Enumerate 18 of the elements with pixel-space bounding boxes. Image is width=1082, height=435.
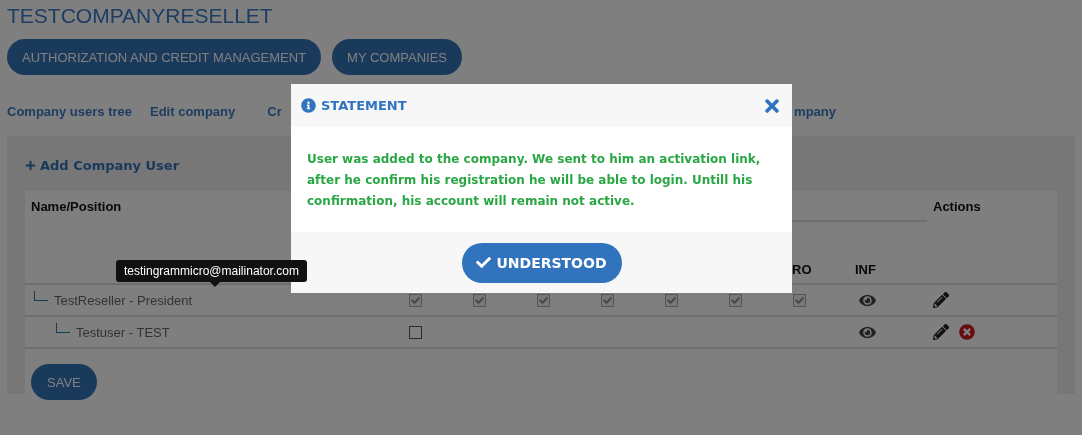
column-header: Actions — [933, 199, 981, 214]
column-header: Name/Position — [31, 199, 122, 214]
column-header: INF — [855, 262, 876, 277]
dialog-message: User was added to the company. We sent to him an activation link, after he confirm his registration he will be able to login. Untill his confirmation, his account will remain not active. — [306, 151, 762, 210]
add-user-link[interactable]: Add Company User — [25, 158, 180, 173]
column-header: RO — [792, 262, 812, 277]
dialog-title: STATEMENT — [301, 98, 407, 113]
nav-button[interactable]: MY COMPANIES — [332, 39, 463, 75]
page-title: TESTCOMPANYRESELLET — [7, 4, 273, 28]
tab-link[interactable]: mpany — [794, 103, 836, 119]
user-name: TestReseller - President — [54, 292, 192, 308]
save-button[interactable]: SAVE — [31, 364, 97, 400]
tab-link[interactable]: Cr — [267, 103, 282, 119]
understood-button[interactable]: UNDERSTOOD — [461, 242, 622, 283]
tab-link[interactable]: Edit company — [150, 103, 236, 119]
tab-link[interactable]: Company users tree — [7, 103, 132, 119]
user-name: Testuser - TEST — [76, 324, 170, 340]
nav-button[interactable]: AUTHORIZATION AND CREDIT MANAGEMENT — [7, 39, 322, 75]
